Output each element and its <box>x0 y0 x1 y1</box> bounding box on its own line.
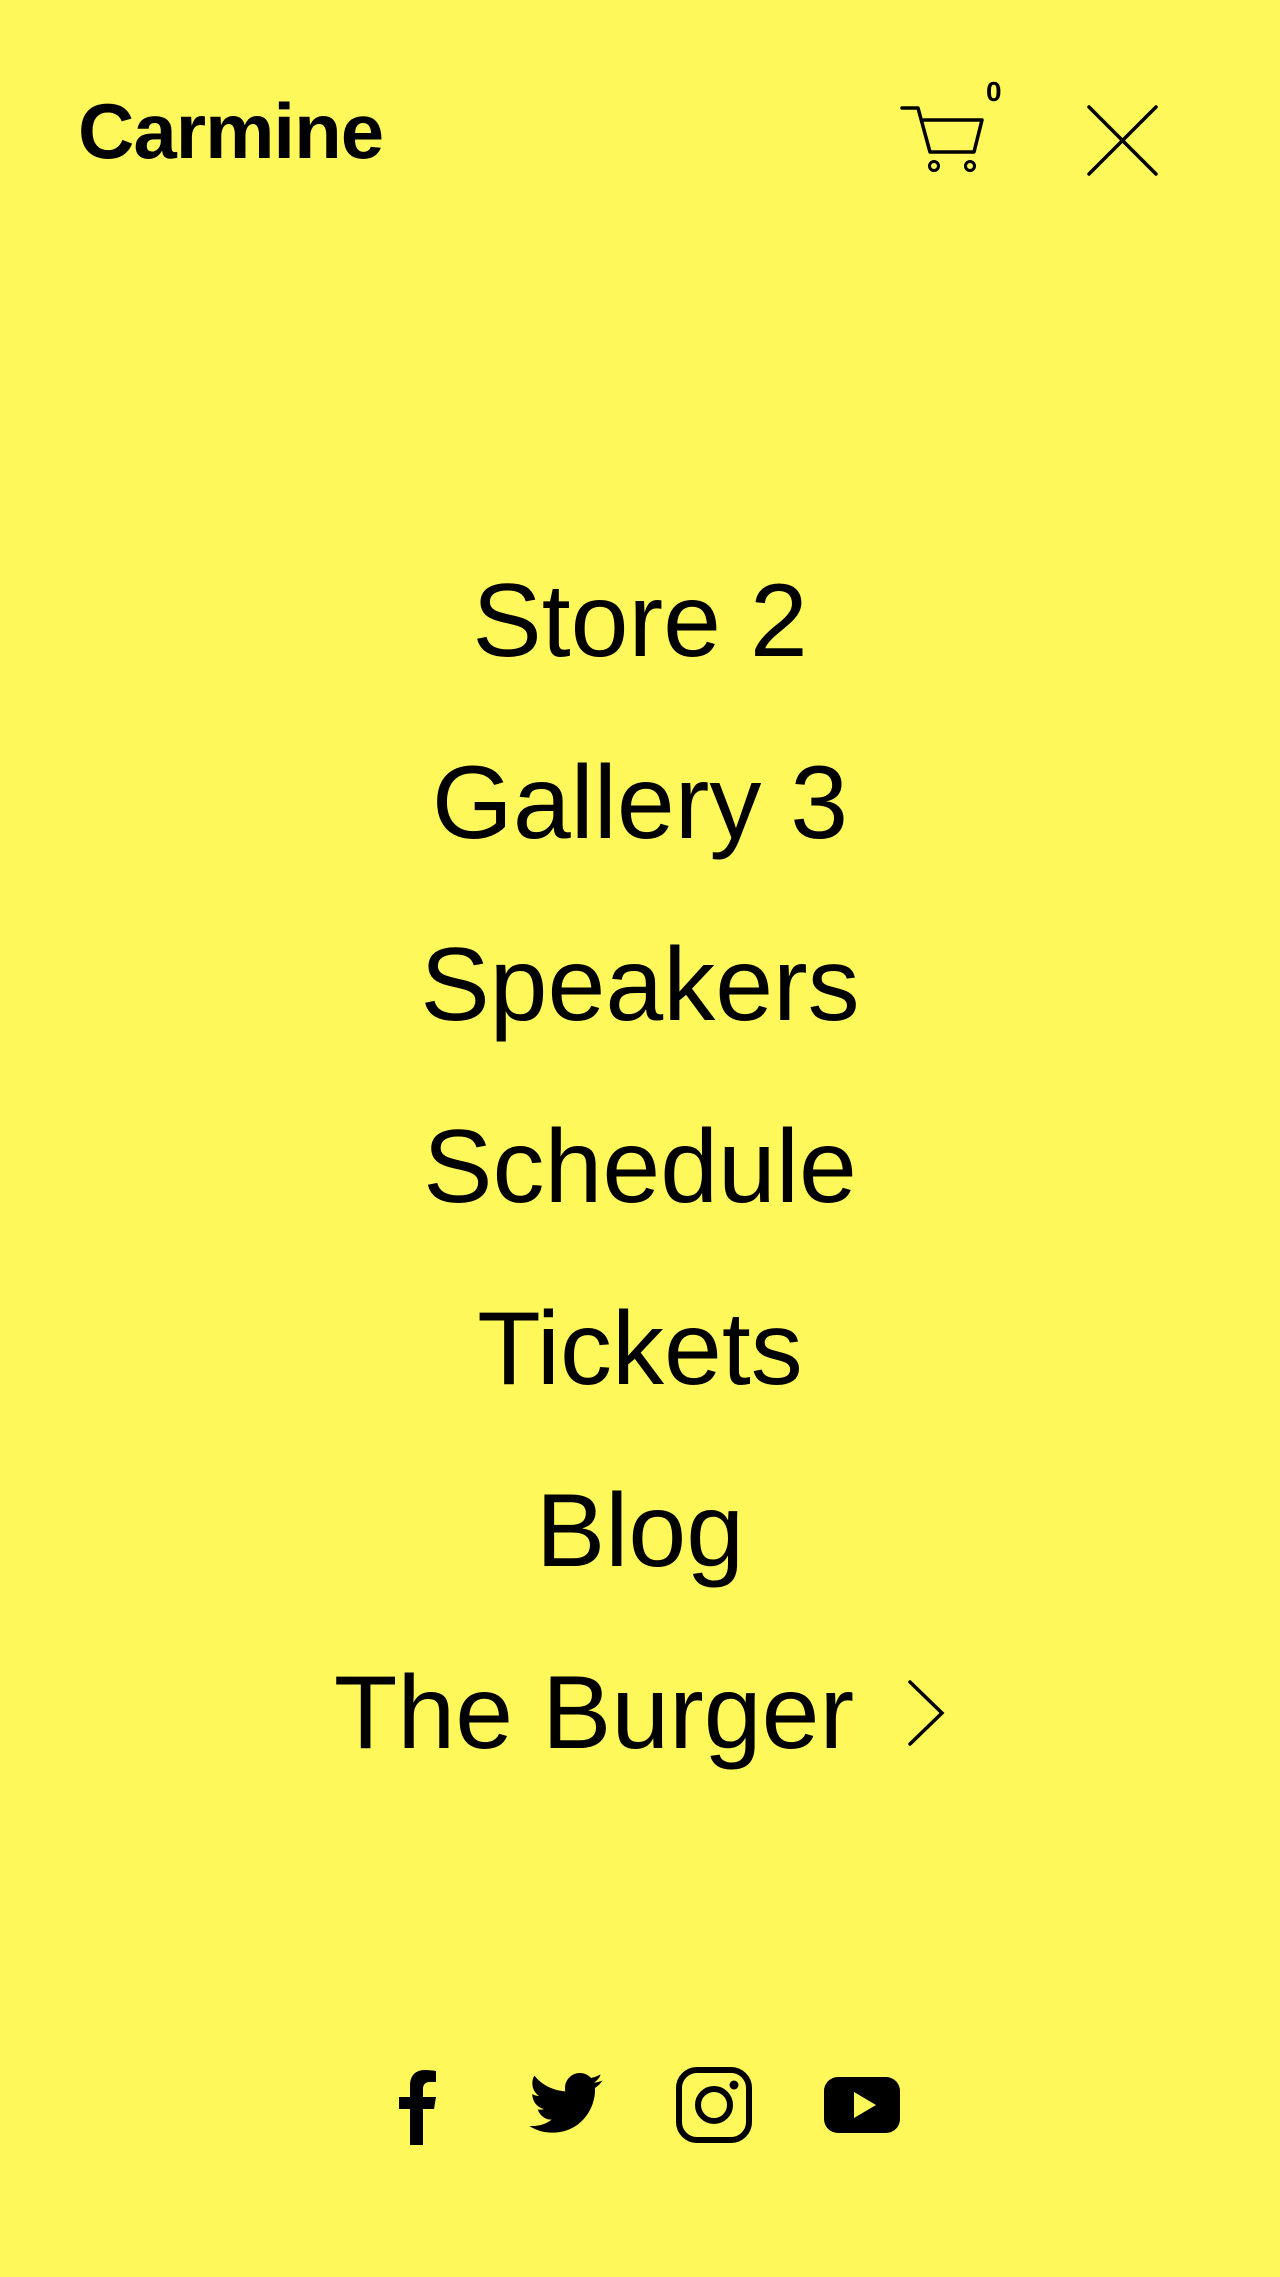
twitter-link[interactable] <box>526 2065 606 2145</box>
nav-item-the-burger[interactable]: The Burger <box>0 1622 1280 1804</box>
instagram-icon <box>676 2067 752 2143</box>
instagram-link[interactable] <box>674 2065 754 2145</box>
cart-count-badge: 0 <box>986 76 1002 107</box>
nav-item-store-2[interactable]: Store 2 <box>0 530 1280 712</box>
chevron-right-icon[interactable] <box>906 1678 946 1748</box>
nav-item-label: Tickets <box>477 1291 803 1407</box>
cart-button[interactable] <box>900 100 990 175</box>
youtube-link[interactable] <box>822 2065 902 2145</box>
nav-item-speakers[interactable]: Speakers <box>0 894 1280 1076</box>
main-nav: Store 2 Gallery 3 Speakers Schedule Tick… <box>0 530 1280 1804</box>
nav-item-tickets[interactable]: Tickets <box>0 1258 1280 1440</box>
facebook-icon <box>399 2070 436 2145</box>
nav-item-schedule[interactable]: Schedule <box>0 1076 1280 1258</box>
twitter-icon <box>529 2073 603 2133</box>
site-logo[interactable]: Carmine <box>78 92 384 170</box>
nav-item-blog[interactable]: Blog <box>0 1440 1280 1622</box>
nav-item-label: Speakers <box>420 927 860 1043</box>
social-links <box>0 2060 1280 2150</box>
nav-item-gallery-3[interactable]: Gallery 3 <box>0 712 1280 894</box>
nav-item-label: Gallery 3 <box>431 745 849 861</box>
cart-icon <box>900 106 984 172</box>
nav-item-label: Store 2 <box>472 563 808 679</box>
facebook-link[interactable] <box>378 2065 458 2145</box>
nav-item-label: Schedule <box>423 1109 857 1225</box>
nav-item-label: The Burger <box>333 1655 855 1771</box>
close-icon <box>1087 105 1158 176</box>
site-header: Carmine 0 <box>0 0 1280 200</box>
nav-item-label: Blog <box>535 1473 745 1589</box>
close-menu-button[interactable] <box>1085 103 1160 178</box>
youtube-icon <box>824 2077 900 2133</box>
